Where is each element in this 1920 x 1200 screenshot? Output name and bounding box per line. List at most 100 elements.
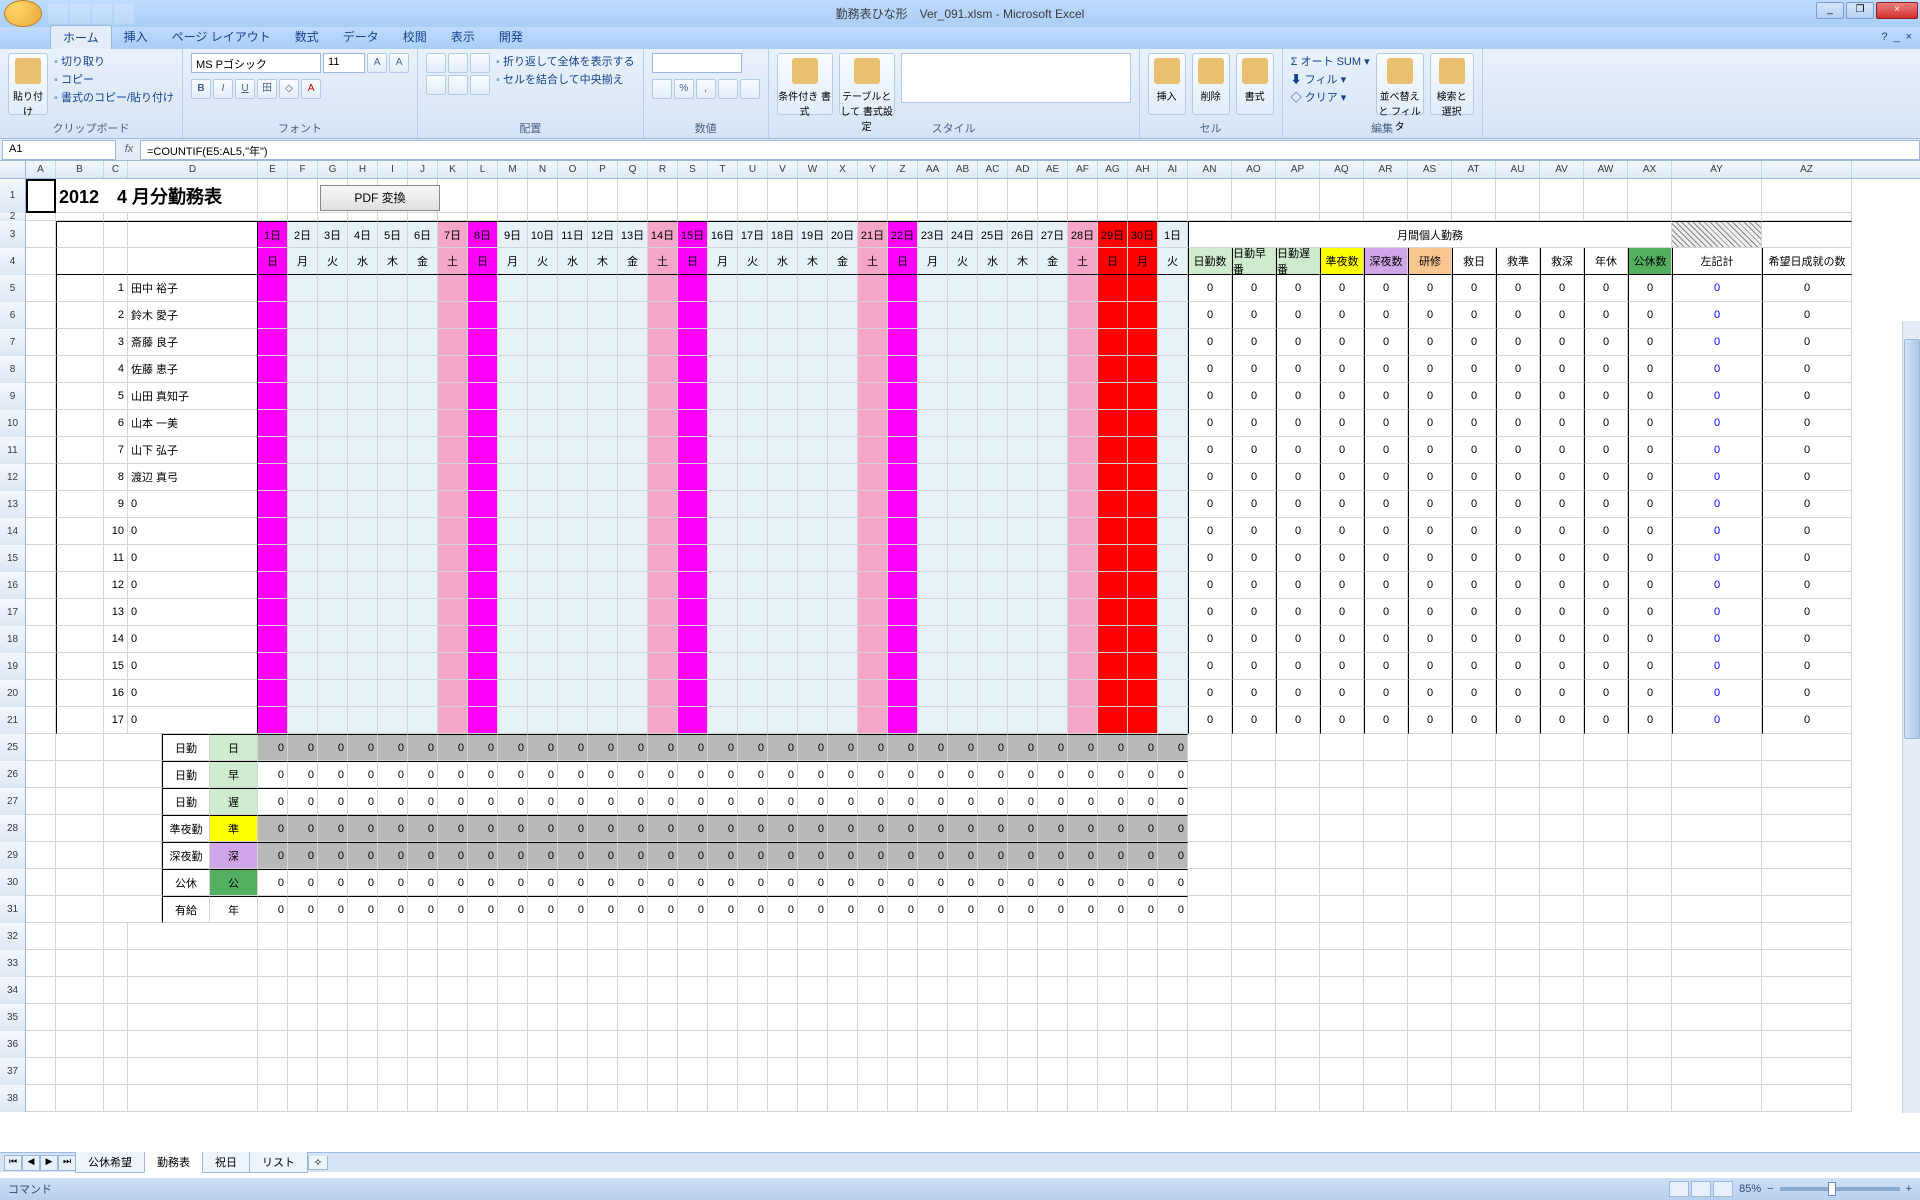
cell[interactable]: 0 (798, 869, 828, 896)
row-header[interactable]: 2 (0, 213, 26, 221)
cell[interactable] (378, 599, 408, 626)
cell[interactable]: 0 (408, 896, 438, 923)
cell[interactable] (528, 653, 558, 680)
align-top-icon[interactable] (426, 53, 446, 73)
cell[interactable] (648, 518, 678, 545)
cell[interactable] (288, 572, 318, 599)
cell[interactable] (438, 1004, 468, 1031)
cell[interactable]: 0 (1232, 626, 1276, 653)
cell[interactable] (1628, 1058, 1672, 1085)
cell[interactable]: 0 (528, 788, 558, 815)
cell[interactable] (348, 275, 378, 302)
cell[interactable] (26, 788, 56, 815)
cell[interactable]: 0 (318, 869, 348, 896)
cell[interactable] (378, 356, 408, 383)
cell[interactable] (528, 437, 558, 464)
cell[interactable] (948, 356, 978, 383)
cell[interactable]: 0 (1672, 410, 1762, 437)
cell[interactable] (378, 518, 408, 545)
cell[interactable] (978, 356, 1008, 383)
cell[interactable]: 0 (1628, 356, 1672, 383)
cell[interactable]: 0 (1496, 572, 1540, 599)
cell[interactable] (348, 383, 378, 410)
cell[interactable] (738, 1058, 768, 1085)
cell[interactable] (768, 213, 798, 221)
cell[interactable]: 0 (1628, 572, 1672, 599)
column-header[interactable]: C (104, 161, 128, 178)
cell[interactable] (1128, 977, 1158, 1004)
column-header[interactable]: AG (1098, 161, 1128, 178)
cell[interactable]: 0 (498, 761, 528, 788)
cell[interactable] (1158, 302, 1188, 329)
cell[interactable] (1158, 950, 1188, 977)
cell[interactable] (888, 213, 918, 221)
cell[interactable] (1008, 950, 1038, 977)
qat-more-icon[interactable] (114, 4, 134, 24)
cell[interactable] (258, 680, 288, 707)
cell[interactable] (1098, 653, 1128, 680)
cell[interactable]: 木 (798, 248, 828, 275)
cell[interactable] (288, 1058, 318, 1085)
cell[interactable]: 0 (348, 788, 378, 815)
cell[interactable] (258, 707, 288, 734)
cell[interactable] (1038, 572, 1068, 599)
cell[interactable]: 3日 (318, 221, 348, 248)
cell[interactable]: 日 (468, 248, 498, 275)
zoom-in-button[interactable]: + (1906, 1183, 1912, 1195)
cell[interactable]: 0 (978, 761, 1008, 788)
cell[interactable] (348, 653, 378, 680)
cell[interactable] (1540, 179, 1584, 213)
cell[interactable]: 0 (1496, 437, 1540, 464)
cell[interactable] (468, 653, 498, 680)
cell[interactable] (438, 626, 468, 653)
cell[interactable] (978, 275, 1008, 302)
cell[interactable]: 0 (1540, 491, 1584, 518)
row-header[interactable]: 37 (0, 1058, 26, 1085)
cell[interactable] (708, 599, 738, 626)
cell[interactable] (1068, 1058, 1098, 1085)
cell[interactable] (888, 950, 918, 977)
cell[interactable]: 0 (1232, 464, 1276, 491)
cell[interactable] (558, 572, 588, 599)
cell[interactable] (738, 213, 768, 221)
cell[interactable]: 準 (210, 815, 258, 842)
cell[interactable] (26, 950, 56, 977)
zoom-slider[interactable] (1780, 1187, 1900, 1191)
cell[interactable]: 0 (128, 653, 258, 680)
cell[interactable]: 0 (588, 734, 618, 761)
cell[interactable] (678, 626, 708, 653)
cell[interactable] (1098, 545, 1128, 572)
cell[interactable]: 0 (1276, 545, 1320, 572)
cell[interactable]: 0 (1584, 356, 1628, 383)
cell[interactable]: 0 (1672, 680, 1762, 707)
cell[interactable]: 0 (128, 545, 258, 572)
cell[interactable] (408, 653, 438, 680)
cell[interactable] (1098, 923, 1128, 950)
cell[interactable] (348, 213, 378, 221)
cell[interactable]: 0 (1762, 572, 1852, 599)
cell[interactable] (318, 950, 348, 977)
cell[interactable] (498, 464, 528, 491)
cell[interactable] (888, 410, 918, 437)
cell[interactable]: 0 (1584, 518, 1628, 545)
cell[interactable] (348, 680, 378, 707)
cell[interactable] (648, 545, 678, 572)
cell[interactable] (408, 518, 438, 545)
cell[interactable] (828, 1004, 858, 1031)
cell[interactable]: 斎藤 良子 (128, 329, 258, 356)
cell[interactable] (288, 410, 318, 437)
cell[interactable]: 月 (918, 248, 948, 275)
cell[interactable]: 0 (288, 761, 318, 788)
cell[interactable] (558, 545, 588, 572)
cell[interactable]: 公休 (162, 869, 210, 896)
cell[interactable] (26, 1058, 56, 1085)
cell[interactable]: 0 (648, 788, 678, 815)
cell-styles-gallery[interactable] (901, 53, 1131, 103)
cell[interactable]: 0 (1188, 329, 1232, 356)
cell[interactable]: 0 (1540, 626, 1584, 653)
cell[interactable] (1188, 815, 1232, 842)
cell[interactable] (918, 923, 948, 950)
cell[interactable] (438, 680, 468, 707)
cell[interactable]: 0 (1584, 626, 1628, 653)
cell[interactable] (378, 1004, 408, 1031)
